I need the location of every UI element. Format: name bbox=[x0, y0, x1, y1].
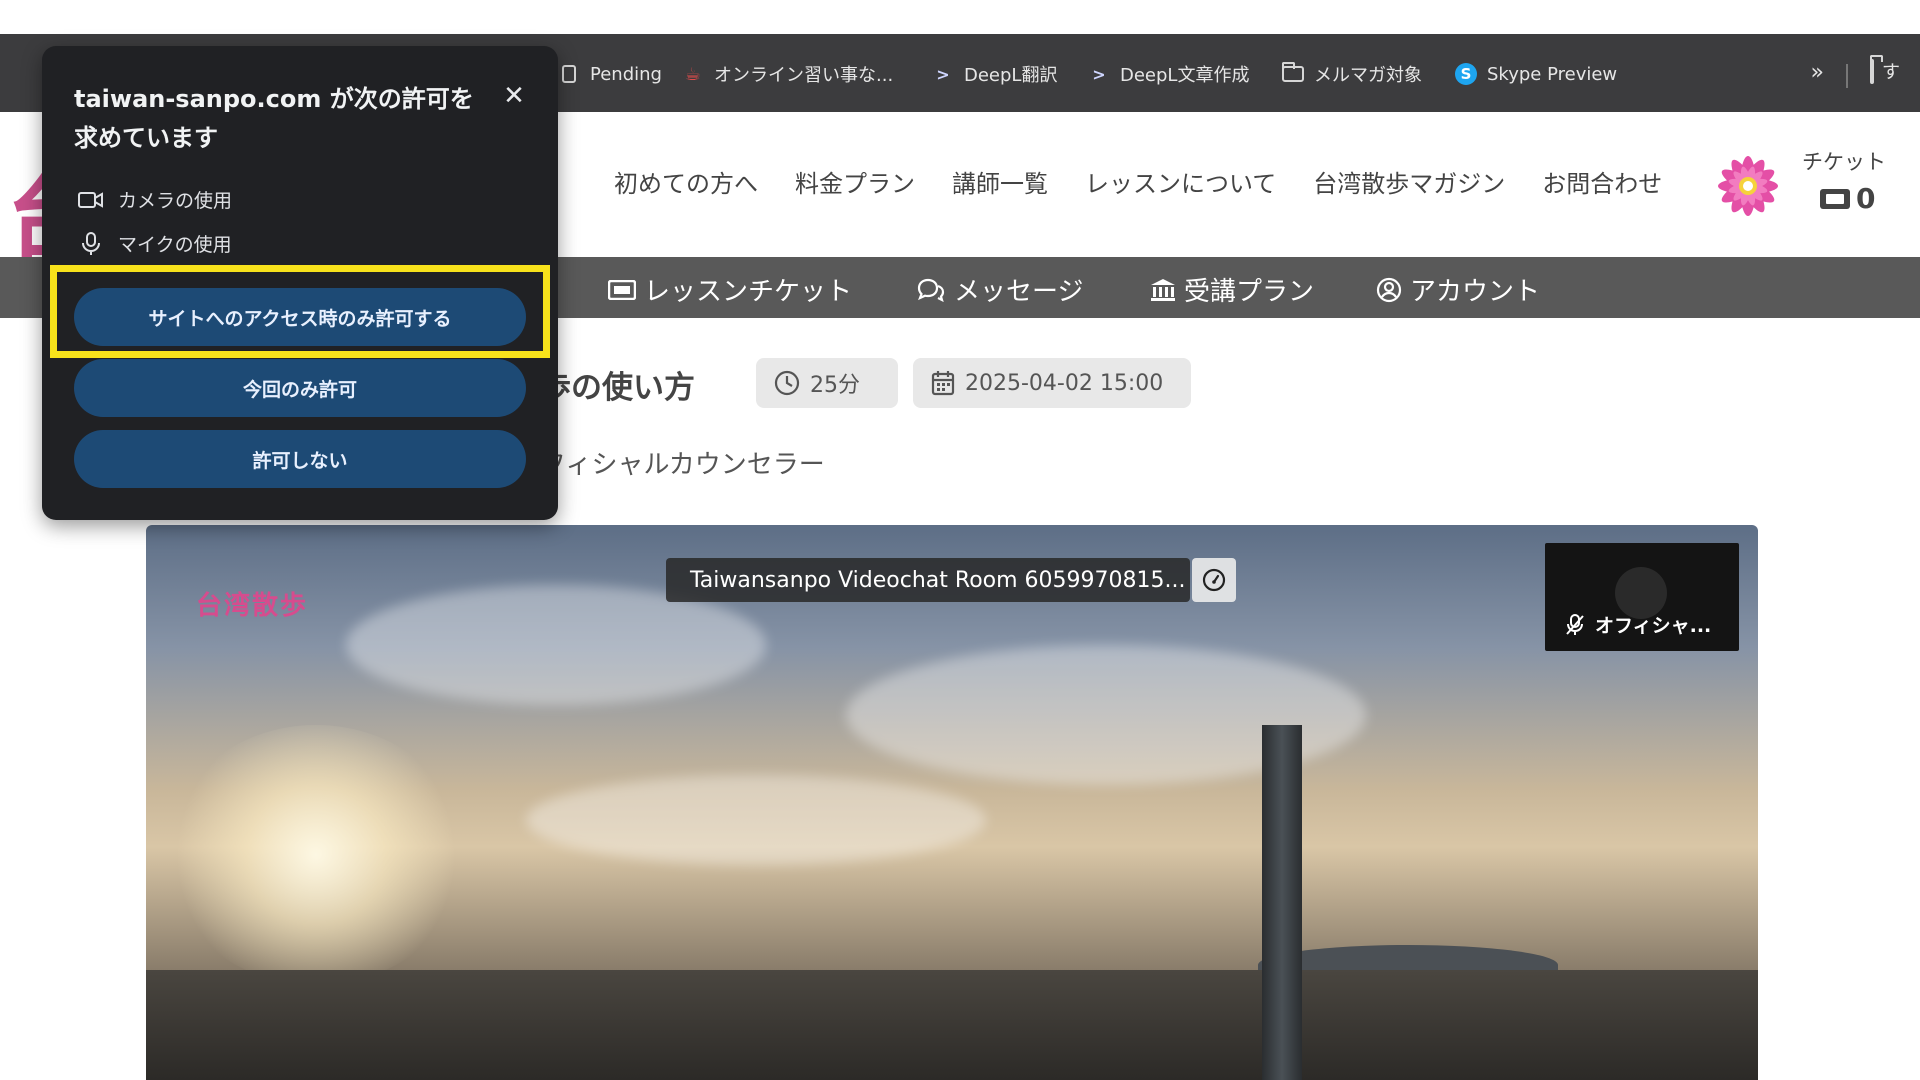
subnav-label: レッスンチケット bbox=[644, 277, 853, 307]
bookmark-label: Skype Preview bbox=[1487, 63, 1618, 85]
gauge-icon bbox=[1202, 568, 1226, 592]
subnav-messages[interactable]: メッセージ bbox=[916, 271, 1083, 308]
allow-while-visiting-button[interactable]: サイトへのアクセス時のみ許可する bbox=[74, 288, 526, 346]
video-taipei101 bbox=[1262, 725, 1302, 1080]
allow-this-time-button[interactable]: 今回のみ許可 bbox=[74, 359, 526, 417]
permission-camera-label: カメラの使用 bbox=[118, 190, 233, 212]
page-icon bbox=[558, 63, 580, 85]
permission-mic-label: マイクの使用 bbox=[118, 234, 232, 256]
bookmark-deepl-write[interactable]: > DeepL文章作成 bbox=[1088, 58, 1249, 90]
bookmark-online-lessons[interactable]: ☕ オンライン習い事な... bbox=[682, 58, 893, 90]
lesson-title: 歩の使い方 bbox=[540, 370, 695, 406]
speed-test-button[interactable] bbox=[1192, 558, 1236, 602]
deny-button[interactable]: 許可しない bbox=[74, 430, 526, 488]
bookmark-folder-newsletter[interactable]: メルマガ対象 bbox=[1282, 58, 1422, 90]
subnav-label: 受講プラン bbox=[1184, 277, 1315, 307]
room-name-bar: Taiwansanpo Videochat Room 6059970815... bbox=[666, 558, 1190, 602]
cup-icon: ☕ bbox=[684, 63, 702, 85]
nav-first-time[interactable]: 初めての方へ bbox=[614, 164, 758, 199]
bookmark-label: メルマガ対象 bbox=[1314, 65, 1422, 86]
teacher-name: フィシャルカウンセラー bbox=[540, 450, 825, 480]
flower-icon[interactable] bbox=[1706, 144, 1790, 228]
folder-icon bbox=[1870, 58, 1874, 84]
bookmark-label: DeepL文章作成 bbox=[1120, 65, 1250, 86]
subnav-plans[interactable]: 受講プラン bbox=[1150, 271, 1314, 308]
chat-icon bbox=[917, 278, 945, 302]
deepl-icon: > bbox=[1092, 64, 1106, 84]
video-cloud bbox=[526, 775, 986, 865]
bookmark-folder-other[interactable]: す bbox=[1870, 58, 1900, 84]
participant-tile[interactable]: オフィシャ... bbox=[1545, 543, 1739, 651]
ticket-label: チケット bbox=[1802, 150, 1886, 174]
bookmark-pending[interactable]: Pending bbox=[558, 58, 662, 90]
subnav-label: メッセージ bbox=[954, 277, 1084, 307]
duration-badge: 25分 bbox=[756, 358, 898, 408]
permission-title: taiwan-sanpo.com が次の許可を求めています bbox=[74, 85, 474, 152]
video-watermark-logo: 台湾散歩 bbox=[196, 591, 309, 621]
ticket-count: 0 bbox=[1856, 182, 1876, 215]
bookmarks-divider bbox=[1846, 64, 1848, 88]
subnav-label: アカウント bbox=[1410, 277, 1541, 307]
nav-pricing[interactable]: 料金プラン bbox=[795, 164, 915, 199]
datetime-badge: 2025-04-02 15:00 bbox=[913, 358, 1191, 408]
bookmark-skype-preview[interactable]: S Skype Preview bbox=[1455, 58, 1617, 90]
ticket-counter[interactable]: 0 bbox=[1820, 182, 1875, 215]
nav-contact[interactable]: お問合わせ bbox=[1542, 164, 1662, 199]
bookmark-label: DeepL翻訳 bbox=[964, 65, 1058, 86]
skype-icon: S bbox=[1455, 63, 1477, 85]
participant-label: オフィシャ... bbox=[1565, 611, 1711, 638]
video-sun-glow bbox=[166, 725, 466, 985]
deepl-icon: > bbox=[936, 64, 950, 84]
ticket-icon bbox=[608, 279, 636, 300]
bookmark-deepl-translate[interactable]: > DeepL翻訳 bbox=[932, 58, 1057, 90]
ticket-icon bbox=[1820, 188, 1850, 209]
video-stage[interactable]: 台湾散歩 Taiwansanpo Videochat Room 60599708… bbox=[146, 525, 1758, 1080]
folder-icon bbox=[1282, 62, 1304, 85]
nav-about-lessons[interactable]: レッスンについて bbox=[1085, 164, 1276, 199]
main-nav: 初めての方へ 料金プラン 講師一覧 レッスンについて 台湾散歩マガジン お問合わ… bbox=[614, 164, 1662, 199]
permission-camera-row: カメラの使用 bbox=[78, 186, 232, 213]
permission-dialog: taiwan-sanpo.com が次の許可を求めています ✕ カメラの使用 マ… bbox=[42, 46, 558, 520]
mic-muted-icon bbox=[1566, 613, 1584, 635]
participant-name: オフィシャ... bbox=[1595, 615, 1712, 637]
camera-icon bbox=[78, 191, 103, 208]
close-icon: ✕ bbox=[503, 81, 525, 111]
user-circle-icon bbox=[1376, 277, 1402, 302]
subnav-lesson-tickets[interactable]: レッスンチケット bbox=[608, 271, 852, 308]
bookmark-label: Pending bbox=[590, 63, 662, 85]
nav-magazine[interactable]: 台湾散歩マガジン bbox=[1313, 164, 1505, 199]
subnav-account[interactable]: アカウント bbox=[1376, 271, 1540, 308]
tab-strip bbox=[0, 0, 1920, 46]
nav-teachers[interactable]: 講師一覧 bbox=[952, 164, 1048, 199]
close-button[interactable]: ✕ bbox=[500, 82, 528, 110]
calendar-icon bbox=[931, 371, 955, 396]
video-city-skyline bbox=[146, 970, 1758, 1080]
datetime-text: 2025-04-02 15:00 bbox=[965, 370, 1164, 396]
bookmarks-overflow-button[interactable]: » bbox=[1811, 60, 1824, 85]
bookmark-label: オンライン習い事な... bbox=[714, 65, 894, 86]
bank-icon bbox=[1151, 278, 1175, 301]
bookmark-label: す bbox=[1882, 62, 1900, 83]
microphone-icon bbox=[82, 231, 100, 255]
clock-icon bbox=[774, 370, 800, 396]
duration-text: 25分 bbox=[810, 373, 860, 398]
video-cloud bbox=[346, 585, 766, 705]
permission-mic-row: マイクの使用 bbox=[78, 230, 232, 257]
